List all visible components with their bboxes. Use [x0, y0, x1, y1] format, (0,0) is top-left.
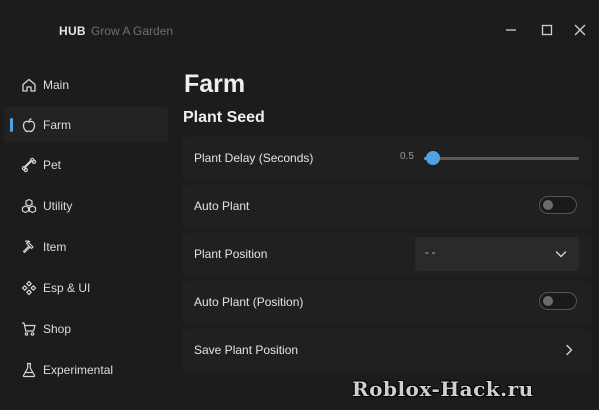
- auto-plant-position-toggle[interactable]: [539, 292, 577, 310]
- auto-plant-position-row: Auto Plant (Position): [182, 281, 592, 323]
- chevron-right-icon: [566, 344, 573, 356]
- diamond-grid-icon: [20, 279, 38, 297]
- close-button[interactable]: [572, 22, 588, 38]
- plant-delay-slider[interactable]: [424, 151, 579, 165]
- section-title: Plant Seed: [183, 109, 265, 126]
- plant-position-dropdown[interactable]: - -: [415, 237, 579, 271]
- sidebar-item-esp-ui[interactable]: Esp & UI: [4, 270, 168, 306]
- sidebar-item-label: Utility: [43, 199, 73, 213]
- flask-icon: [20, 361, 38, 379]
- sidebar-item-main[interactable]: Main: [4, 67, 168, 103]
- app-window: HUB Grow A Garden Main Farm Pet Utility …: [0, 0, 599, 410]
- maximize-icon: [541, 24, 553, 36]
- save-plant-position-label: Save Plant Position: [194, 343, 299, 357]
- plant-position-label: Plant Position: [194, 247, 268, 261]
- auto-plant-toggle[interactable]: [539, 196, 577, 214]
- watermark: Roblox-Hack.ru: [352, 377, 534, 401]
- chevron-down-icon: [555, 251, 567, 258]
- cart-icon: [20, 320, 38, 338]
- sidebar-item-label: Farm: [43, 118, 71, 132]
- sidebar-item-label: Experimental: [43, 363, 114, 377]
- minimize-button[interactable]: [503, 22, 519, 38]
- sidebar-item-label: Esp & UI: [43, 281, 91, 295]
- slider-thumb[interactable]: [426, 151, 441, 165]
- close-icon: [574, 24, 586, 36]
- sidebar-item-label: Shop: [43, 322, 72, 336]
- plant-delay-row: Plant Delay (Seconds) 0.5: [182, 137, 592, 179]
- auto-plant-position-label: Auto Plant (Position): [194, 295, 304, 309]
- home-icon: [20, 76, 38, 94]
- sidebar-item-shop[interactable]: Shop: [4, 311, 168, 347]
- app-subtitle: Grow A Garden: [91, 24, 174, 38]
- sidebar-item-label: Item: [43, 240, 67, 254]
- plant-delay-label: Plant Delay (Seconds): [194, 151, 314, 165]
- hammer-icon: [20, 238, 38, 256]
- sidebar-item-label: Pet: [43, 158, 62, 172]
- save-plant-position-button[interactable]: Save Plant Position: [182, 329, 592, 371]
- page-title: Farm: [184, 70, 246, 98]
- cubes-icon: [20, 197, 38, 215]
- apple-icon: [20, 116, 38, 134]
- sidebar-item-experimental[interactable]: Experimental: [4, 352, 168, 388]
- auto-plant-label: Auto Plant: [194, 199, 250, 213]
- dropdown-selected-value: - -: [425, 247, 436, 259]
- sidebar-item-label: Main: [43, 78, 70, 92]
- app-brand: HUB: [59, 24, 86, 38]
- bone-icon: [20, 156, 38, 174]
- sidebar: Main Farm Pet Utility Item Esp & UI Shop…: [0, 64, 172, 410]
- active-indicator: [10, 118, 13, 132]
- plant-delay-value: 0.5: [400, 151, 414, 162]
- toggle-knob: [543, 200, 553, 210]
- sidebar-item-utility[interactable]: Utility: [4, 188, 168, 224]
- sidebar-item-farm[interactable]: Farm: [4, 107, 168, 143]
- maximize-button[interactable]: [539, 22, 555, 38]
- sidebar-item-item[interactable]: Item: [4, 229, 168, 265]
- minimize-icon: [506, 29, 516, 31]
- title-bar: HUB Grow A Garden: [0, 0, 599, 56]
- plant-position-row: Plant Position - -: [182, 233, 592, 275]
- sidebar-item-pet[interactable]: Pet: [4, 147, 168, 183]
- toggle-knob: [543, 296, 553, 306]
- auto-plant-row: Auto Plant: [182, 185, 592, 227]
